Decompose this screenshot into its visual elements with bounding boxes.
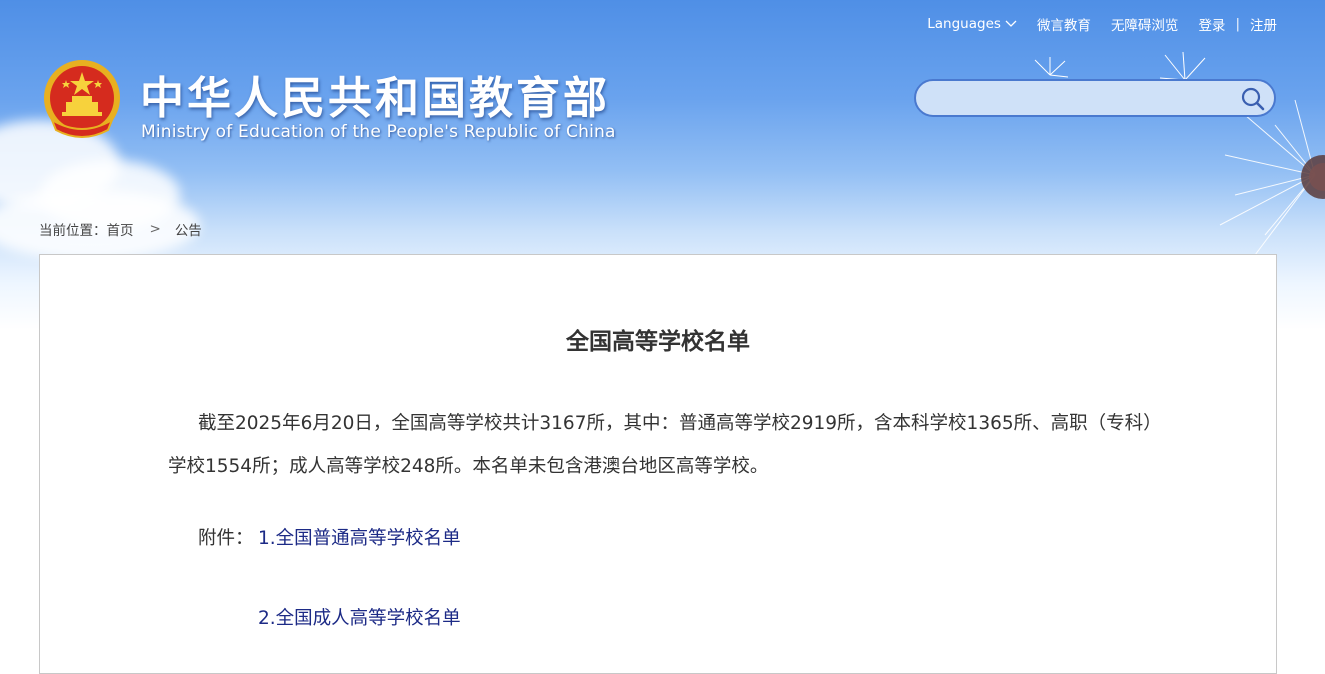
breadcrumb-prefix: 当前位置： <box>39 223 107 239</box>
top-nav: Languages 微言教育 无障碍浏览 登录 | 注册 <box>927 14 1277 34</box>
search-input[interactable] <box>930 87 1234 111</box>
search-bar <box>914 79 1276 117</box>
dandelion-decoration <box>1219 99 1325 256</box>
search-icon[interactable] <box>1240 86 1266 112</box>
nav-separator: | <box>1235 16 1240 32</box>
breadcrumb-arrow: > <box>149 221 161 237</box>
attachment-link-1[interactable]: 1.全国普通高等学校名单 <box>258 524 461 550</box>
languages-label: Languages <box>927 16 1001 32</box>
article-paragraph: 截至2025年6月20日，全国高等学校共计3167所，其中：普通高等学校2919… <box>168 413 1153 477</box>
national-emblem-icon <box>44 60 120 138</box>
breadcrumb: 当前位置： 首页 > 公告 <box>39 219 202 239</box>
chevron-down-icon <box>1005 20 1017 27</box>
site-subtitle: Ministry of Education of the People's Re… <box>141 122 616 142</box>
breadcrumb-current-link[interactable]: 公告 <box>175 219 202 239</box>
register-link[interactable]: 注册 <box>1250 14 1277 34</box>
breadcrumb-home-link[interactable]: 首页 <box>107 219 134 239</box>
attachment-label: 附件： <box>198 528 254 549</box>
weiyan-education-link[interactable]: 微言教育 <box>1037 14 1091 34</box>
languages-menu[interactable]: Languages <box>927 16 1017 32</box>
accessibility-link[interactable]: 无障碍浏览 <box>1111 14 1179 34</box>
article-title: 全国高等学校名单 <box>566 329 750 355</box>
attachment-link-2[interactable]: 2.全国成人高等学校名单 <box>258 604 461 630</box>
login-link[interactable]: 登录 <box>1198 14 1225 34</box>
site-title: 中华人民共和国教育部 <box>140 73 610 124</box>
